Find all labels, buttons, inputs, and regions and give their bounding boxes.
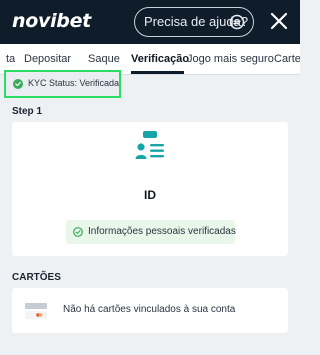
id-title: ID: [144, 188, 156, 202]
check-circle-icon: [13, 79, 23, 89]
step-label: Step 1: [12, 106, 43, 117]
credit-card-icon: [25, 303, 47, 319]
tab-cartoes-partial[interactable]: Carte: [274, 44, 300, 74]
tab-jogo-mais-seguro[interactable]: Jogo mais seguro: [187, 44, 274, 74]
cards-empty-state: Não há cartões vinculados à sua conta: [12, 288, 288, 333]
id-card-icon: [135, 131, 164, 159]
id-verification-card: ID Informações pessoais verificadas: [12, 122, 288, 256]
top-bar: novibet Precisa de ajuda?: [0, 0, 300, 44]
verified-text: Informações pessoais verificadas: [88, 226, 236, 237]
close-icon[interactable]: [270, 12, 288, 30]
chat-bubble-icon: [229, 14, 245, 30]
novibet-logo[interactable]: novibet: [12, 10, 91, 32]
tab-verificacao[interactable]: Verificação: [131, 44, 189, 74]
no-cards-text: Não há cartões vinculados à sua conta: [63, 304, 236, 315]
kyc-status-badge: KYC Status: Verificada: [4, 70, 121, 98]
verified-status-pill: Informações pessoais verificadas: [66, 220, 236, 244]
check-circle-outline-icon: [73, 227, 83, 237]
kyc-status-text: KYC Status: Verificada: [28, 78, 120, 88]
cards-section-label: CARTÕES: [12, 272, 61, 283]
help-search-field[interactable]: Precisa de ajuda?: [134, 7, 254, 37]
active-tab-indicator: [131, 71, 184, 74]
